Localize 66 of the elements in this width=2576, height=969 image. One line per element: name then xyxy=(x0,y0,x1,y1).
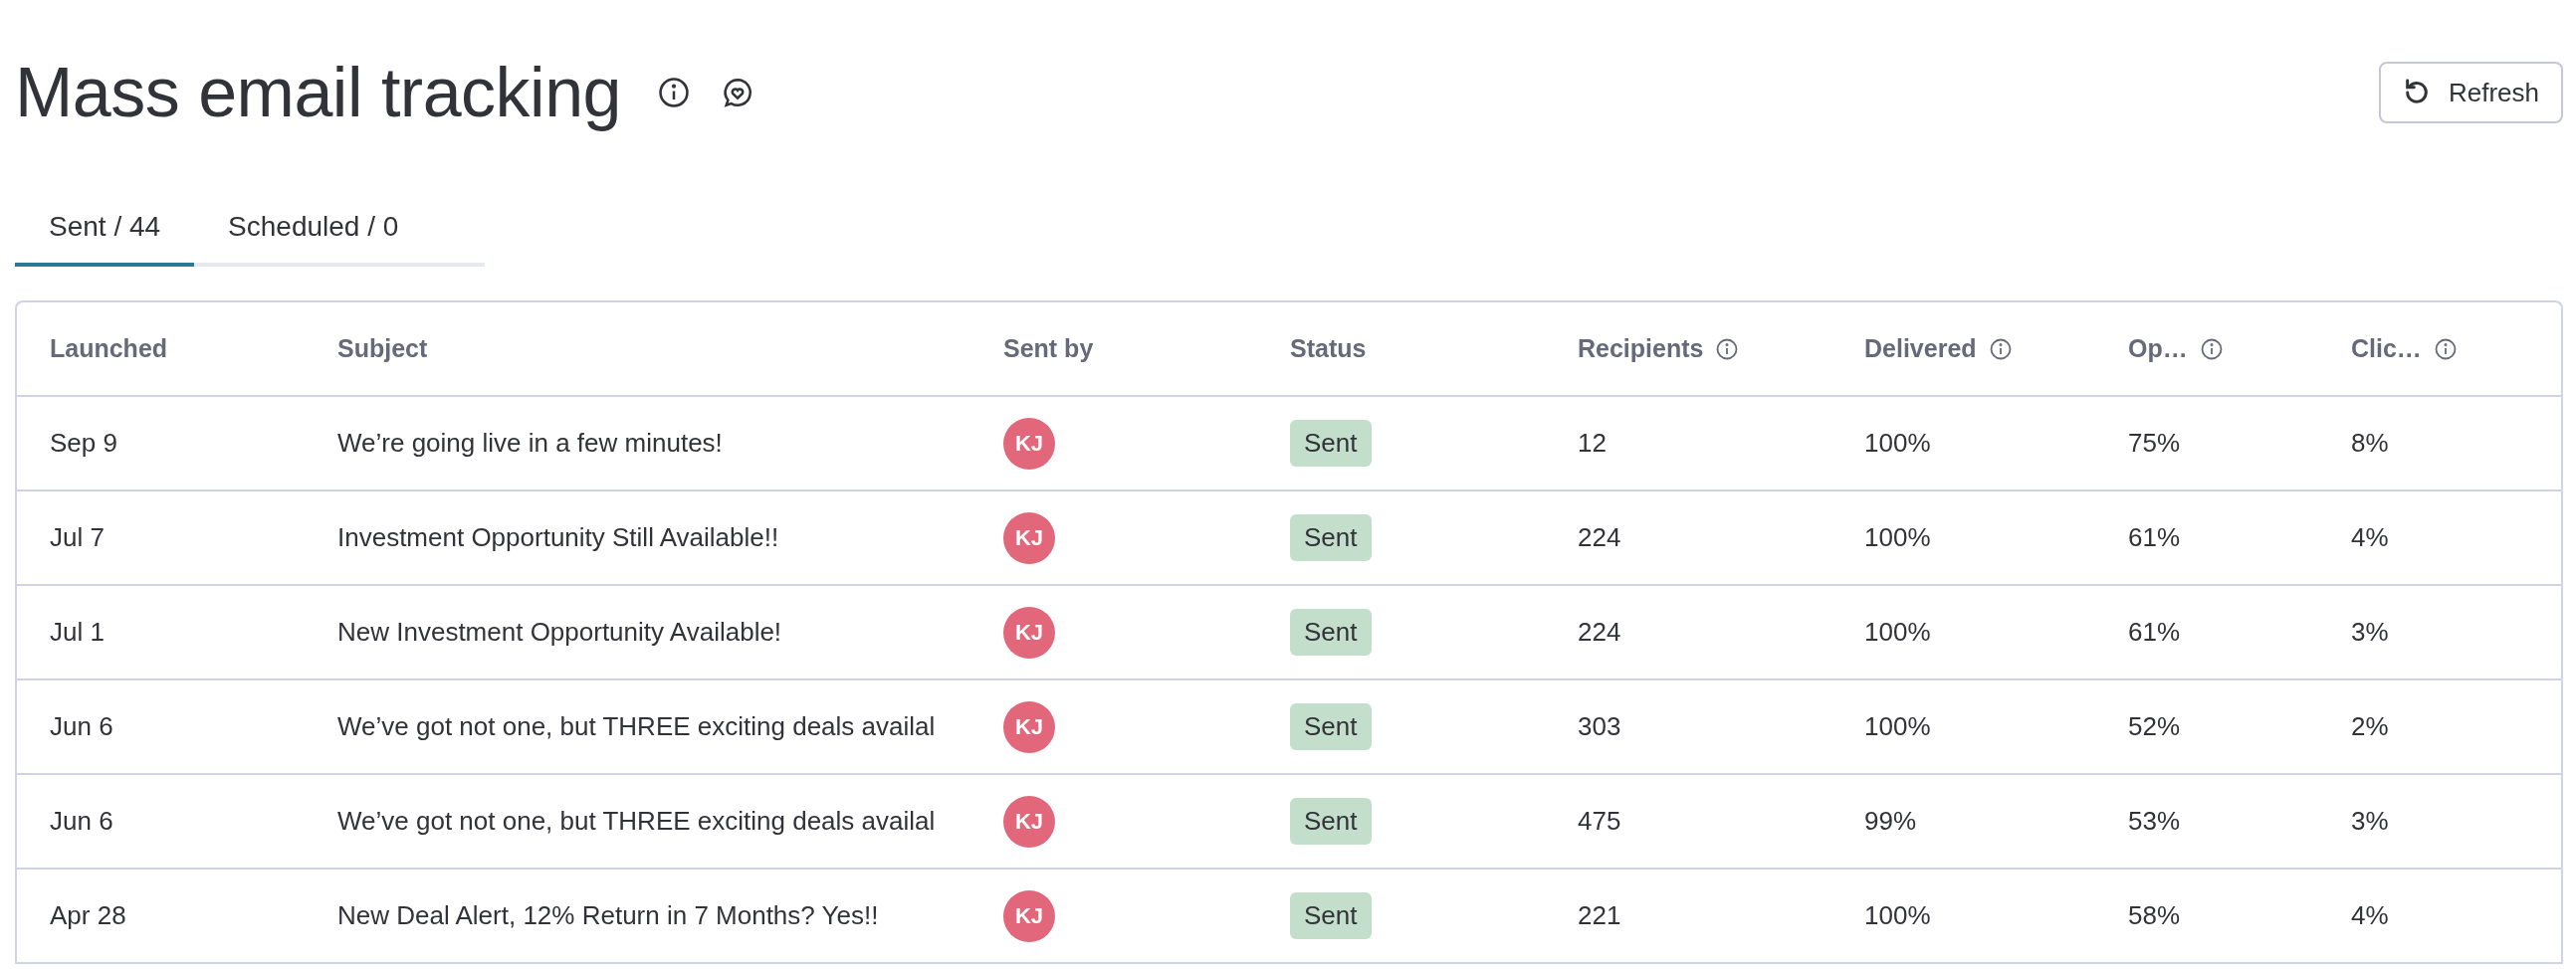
tab[interactable]: Scheduled / 0 xyxy=(194,191,433,267)
table-cell-text: Jun 6 xyxy=(50,806,114,837)
table-cell-text: 100% xyxy=(1864,900,1932,931)
table-cell-text: 303 xyxy=(1578,711,1622,742)
status-badge: Sent xyxy=(1290,703,1372,750)
column-header: Launched xyxy=(50,334,168,363)
table-cell-text: Investment Opportunity Still Available!! xyxy=(337,522,780,553)
info-icon[interactable] xyxy=(2199,336,2224,361)
table-cell-text: 8% xyxy=(2351,428,2390,459)
table-cell-text: Jul 1 xyxy=(50,617,106,648)
table-cell-text: Jul 7 xyxy=(50,522,106,553)
tab[interactable]: Sent / 44 xyxy=(15,191,195,267)
table-cell-text: 475 xyxy=(1578,806,1622,837)
table-cell-text: We’ve got not one, but THREE exciting deals availal xyxy=(337,806,937,837)
avatar: KJ xyxy=(1003,417,1055,470)
status-badge: Sent xyxy=(1290,892,1372,939)
avatar: KJ xyxy=(1003,511,1055,564)
table-cell-text: Sep 9 xyxy=(50,428,118,459)
table-cell-text: 4% xyxy=(2351,522,2390,553)
status-badge: Sent xyxy=(1290,514,1372,561)
table-cell-text: 58% xyxy=(2128,900,2182,931)
table-cell-text: 2% xyxy=(2351,711,2390,742)
table-cell-text: 221 xyxy=(1578,900,1622,931)
status-badge: Sent xyxy=(1290,798,1372,845)
table-cell-text: Jun 6 xyxy=(50,711,114,742)
column-header: Status xyxy=(1290,334,1367,363)
page-title: Mass email tracking xyxy=(15,53,621,132)
avatar: KJ xyxy=(1003,795,1055,848)
table-cell-text: Apr 28 xyxy=(50,900,127,931)
chat-heart-icon[interactable] xyxy=(721,76,754,109)
avatar: KJ xyxy=(1003,700,1055,753)
column-header: Clic… xyxy=(2351,334,2422,363)
table-cell-text: 3% xyxy=(2351,806,2390,837)
table-cell-text: 4% xyxy=(2351,900,2390,931)
table-cell-text: 100% xyxy=(1864,617,1932,648)
column-header: Delivered xyxy=(1864,334,1977,363)
table-cell-text: 12 xyxy=(1578,428,1608,459)
table-cell-text: 224 xyxy=(1578,617,1622,648)
table-cell-text: We’ve got not one, but THREE exciting deals availal xyxy=(337,711,937,742)
status-badge: Sent xyxy=(1290,609,1372,656)
table-cell-text: We’re going live in a few minutes! xyxy=(337,428,724,459)
column-header: Sent by xyxy=(1003,334,1094,363)
table-cell-text: 99% xyxy=(1864,806,1918,837)
table-cell-text: 100% xyxy=(1864,711,1932,742)
status-badge: Sent xyxy=(1290,420,1372,467)
table-cell-text: 224 xyxy=(1578,522,1622,553)
column-header: Op… xyxy=(2128,334,2188,363)
info-icon[interactable] xyxy=(657,76,691,109)
table-cell-text: 53% xyxy=(2128,806,2182,837)
table-cell-text: 3% xyxy=(2351,617,2390,648)
table-cell-text: 100% xyxy=(1864,522,1932,553)
info-icon[interactable] xyxy=(1988,336,2013,361)
avatar: KJ xyxy=(1003,606,1055,659)
table-cell-text: 75% xyxy=(2128,428,2182,459)
info-icon[interactable] xyxy=(1715,336,1740,361)
table-cell-text: New Deal Alert, 12% Return in 7 Months? Yes!! xyxy=(337,900,880,931)
table-cell-text: 52% xyxy=(2128,711,2182,742)
column-header: Recipients xyxy=(1578,334,1704,363)
refresh-button[interactable]: Refresh xyxy=(2378,62,2563,123)
table-cell-text: 61% xyxy=(2128,522,2182,553)
column-header: Subject xyxy=(337,334,428,363)
info-icon[interactable] xyxy=(2433,336,2458,361)
avatar: KJ xyxy=(1003,889,1055,942)
table-cell-text: 61% xyxy=(2128,617,2182,648)
table-cell-text: 100% xyxy=(1864,428,1932,459)
table-cell-text: New Investment Opportunity Available! xyxy=(337,617,783,648)
